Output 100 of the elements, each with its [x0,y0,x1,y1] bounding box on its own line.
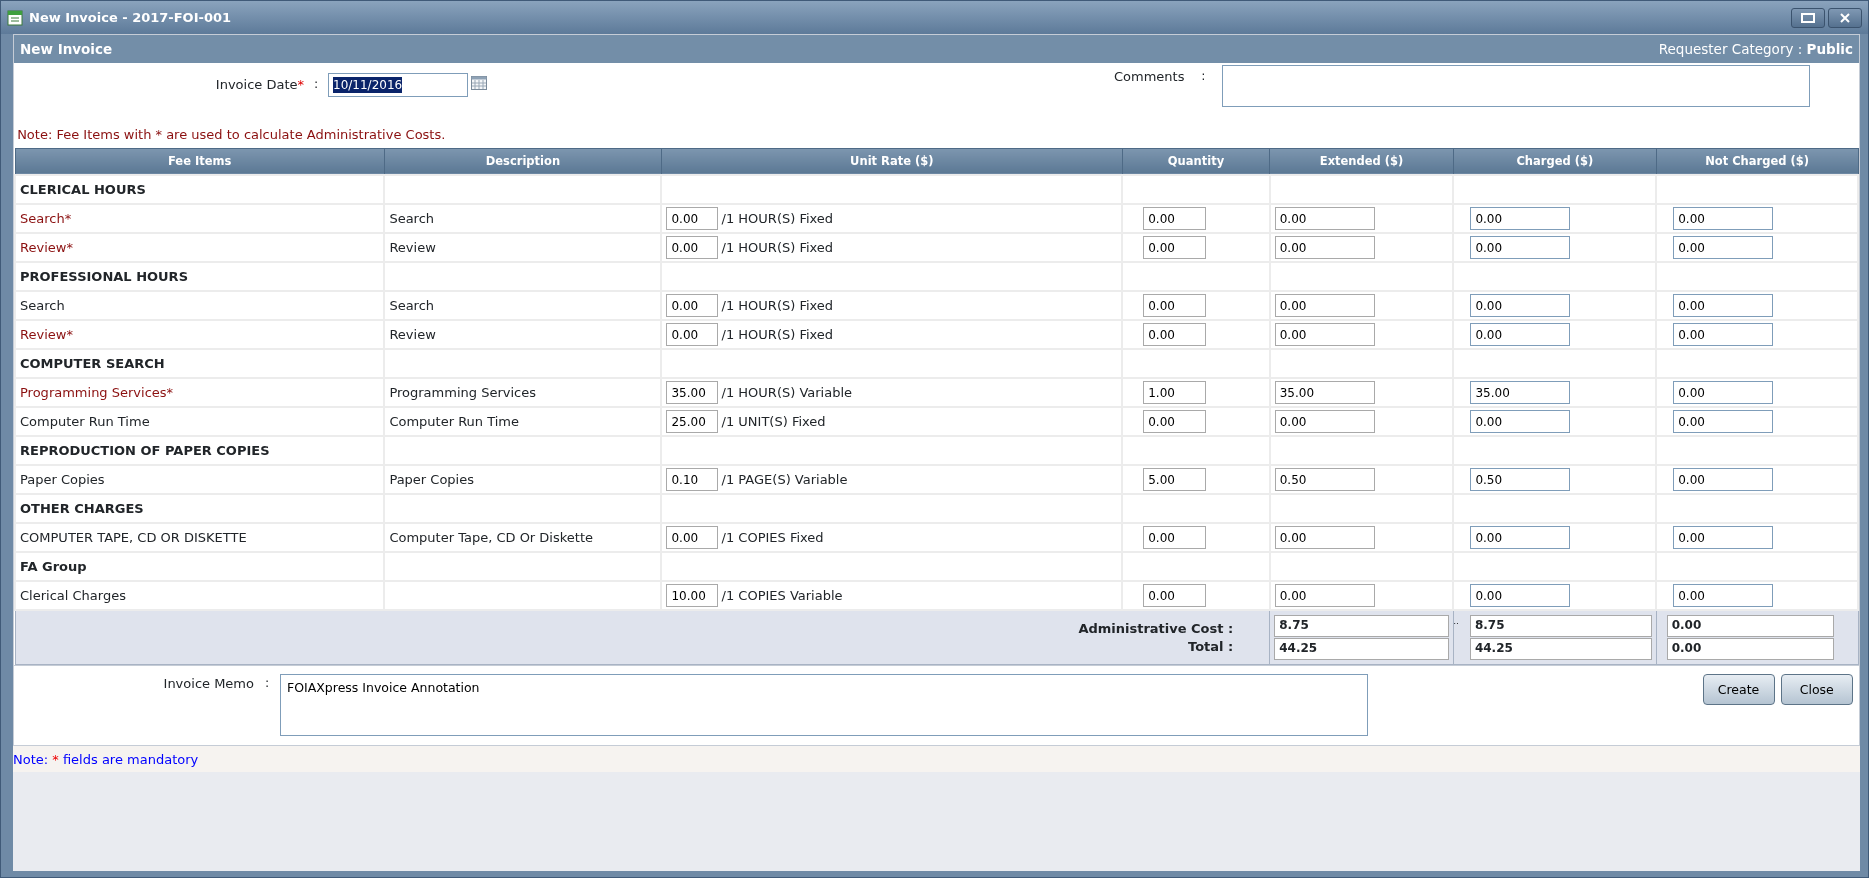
amount-field[interactable]: 10.00 [666,584,719,608]
amount-field[interactable]: 0.50 [1470,468,1571,492]
amount-field[interactable]: 0.00 [1143,207,1207,231]
column-header: Charged ($) [1453,148,1657,176]
invoice-date-field[interactable]: 10/11/2016 [328,73,468,97]
column-header: Quantity [1122,148,1270,176]
requester-category: Requester Category : Public [1658,39,1853,59]
column-header: Fee Items [15,148,385,176]
amount-field[interactable]: 0.00 [666,236,719,260]
administrative-cost-value: 0.00 [1666,615,1834,638]
amount-field[interactable]: 0.00 [1673,410,1774,434]
amount-field[interactable]: 35.00 [1274,381,1375,405]
amount-field[interactable]: 0.00 [1274,207,1375,231]
unit-label: /1 PAGE(S) Variable [721,471,848,490]
amount-field[interactable]: 0.00 [1274,410,1375,434]
amount-field[interactable]: 0.00 [1470,410,1571,434]
amount-field[interactable]: 0.00 [666,207,719,231]
restore-button[interactable] [1790,7,1825,28]
amount-field[interactable]: 0.00 [1673,381,1774,405]
window-title: New Invoice - 2017-FOI-001 [29,8,232,27]
group-heading: CLERICAL HOURS [20,182,146,198]
action-button[interactable]: Close [1780,674,1853,706]
amount-field[interactable]: 0.00 [1274,294,1375,318]
close-button[interactable] [1828,7,1862,28]
unit-label: /1 HOUR(S) Fixed [721,326,834,345]
administrative-cost-value: 8.75 [1274,615,1449,638]
amount-field[interactable]: 0.00 [666,526,719,550]
amount-field[interactable]: 0.00 [1673,584,1774,608]
amount-field[interactable]: 1.00 [1143,381,1207,405]
amount-field[interactable]: 0.00 [666,323,719,347]
group-heading: COMPUTER SEARCH [20,356,165,372]
separator-colon: : [1200,67,1207,85]
description-text: Search [389,298,435,314]
administrative-cost-label: Administrative Cost : [1077,619,1234,638]
separator-colon: : [312,75,320,93]
amount-field[interactable]: 0.00 [666,294,719,318]
mandatory-fields-note: Note: * fields are mandatory [13,751,199,767]
amount-field[interactable]: 0.00 [1470,584,1571,608]
amount-field[interactable]: 0.00 [1274,236,1375,260]
amount-field[interactable]: 0.00 [1673,468,1774,492]
amount-field[interactable]: 0.00 [1274,323,1375,347]
amount-field[interactable]: 0.00 [1673,526,1774,550]
fee-item-name: Computer Run Time [20,414,150,430]
amount-field[interactable]: 0.00 [1274,584,1375,608]
calendar-icon[interactable] [471,76,488,90]
comments-field[interactable] [1222,65,1811,107]
close-icon [1840,12,1850,23]
group-heading: PROFESSIONAL HOURS [20,269,188,285]
form-icon [7,9,23,26]
amount-field[interactable]: 0.00 [1143,410,1207,434]
fee-item-name: Clerical Charges [20,588,126,604]
description-text: Computer Run Time [389,414,520,430]
amount-field[interactable]: 0.00 [1470,526,1571,550]
invoice-memo-field[interactable]: FOIAXpress Invoice Annotation [280,674,1368,737]
amount-field[interactable]: 5.00 [1143,468,1207,492]
administrative-cost-value: 8.75 [1469,615,1652,638]
amount-field[interactable]: 0.00 [1143,584,1207,608]
description-text: Review [389,240,436,256]
amount-field[interactable]: 0.00 [1470,294,1571,318]
column-header: Description [384,148,662,176]
description-text: Search [389,211,435,227]
description-text: Review [389,327,436,343]
amount-field[interactable]: 0.10 [666,468,719,492]
unit-label: /1 HOUR(S) Fixed [721,239,834,258]
description-text: Programming Services [389,385,536,401]
amount-field[interactable]: 0.00 [1673,294,1774,318]
amount-field[interactable]: 25.00 [666,410,719,434]
amount-field[interactable]: 0.00 [1143,294,1207,318]
description-text: Computer Tape, CD Or Diskette [389,530,593,546]
dots-mark: .. [1453,615,1459,629]
column-header: Extended ($) [1269,148,1454,176]
group-heading: FA Group [20,559,87,575]
amount-field[interactable]: 0.00 [1673,323,1774,347]
amount-field[interactable]: 0.50 [1274,468,1375,492]
restore-icon [1800,12,1815,23]
amount-field[interactable]: 35.00 [666,381,719,405]
fee-item-name: Review* [20,327,73,343]
separator-colon: : [263,674,271,693]
total-value: 44.25 [1274,638,1449,661]
fee-item-name: Programming Services* [20,385,174,401]
amount-field[interactable]: 35.00 [1470,381,1571,405]
unit-label: /1 UNIT(S) Fixed [721,413,826,432]
amount-field[interactable]: 0.00 [1470,323,1571,347]
amount-field[interactable]: 0.00 [1673,236,1774,260]
amount-field[interactable]: 0.00 [1673,207,1774,231]
amount-field[interactable]: 0.00 [1470,236,1571,260]
amount-field[interactable]: 0.00 [1274,526,1375,550]
fee-item-name: Search [20,298,65,314]
amount-field[interactable]: 0.00 [1470,207,1571,231]
invoice-memo-label: Invoice Memo [162,675,254,694]
unit-label: /1 COPIES Variable [721,587,843,606]
amount-field[interactable]: 0.00 [1143,323,1207,347]
fee-items-note: Note: Fee Items with * are used to calculate Administrative Costs. [17,127,446,142]
amount-field[interactable]: 0.00 [1143,526,1207,550]
unit-label: /1 HOUR(S) Fixed [721,297,834,316]
unit-label: /1 COPIES Fixed [721,529,824,548]
action-button[interactable]: Create [1702,674,1775,706]
amount-field[interactable]: 0.00 [1143,236,1207,260]
fee-item-name: Paper Copies [20,472,105,488]
column-header: Not Charged ($) [1656,148,1858,176]
